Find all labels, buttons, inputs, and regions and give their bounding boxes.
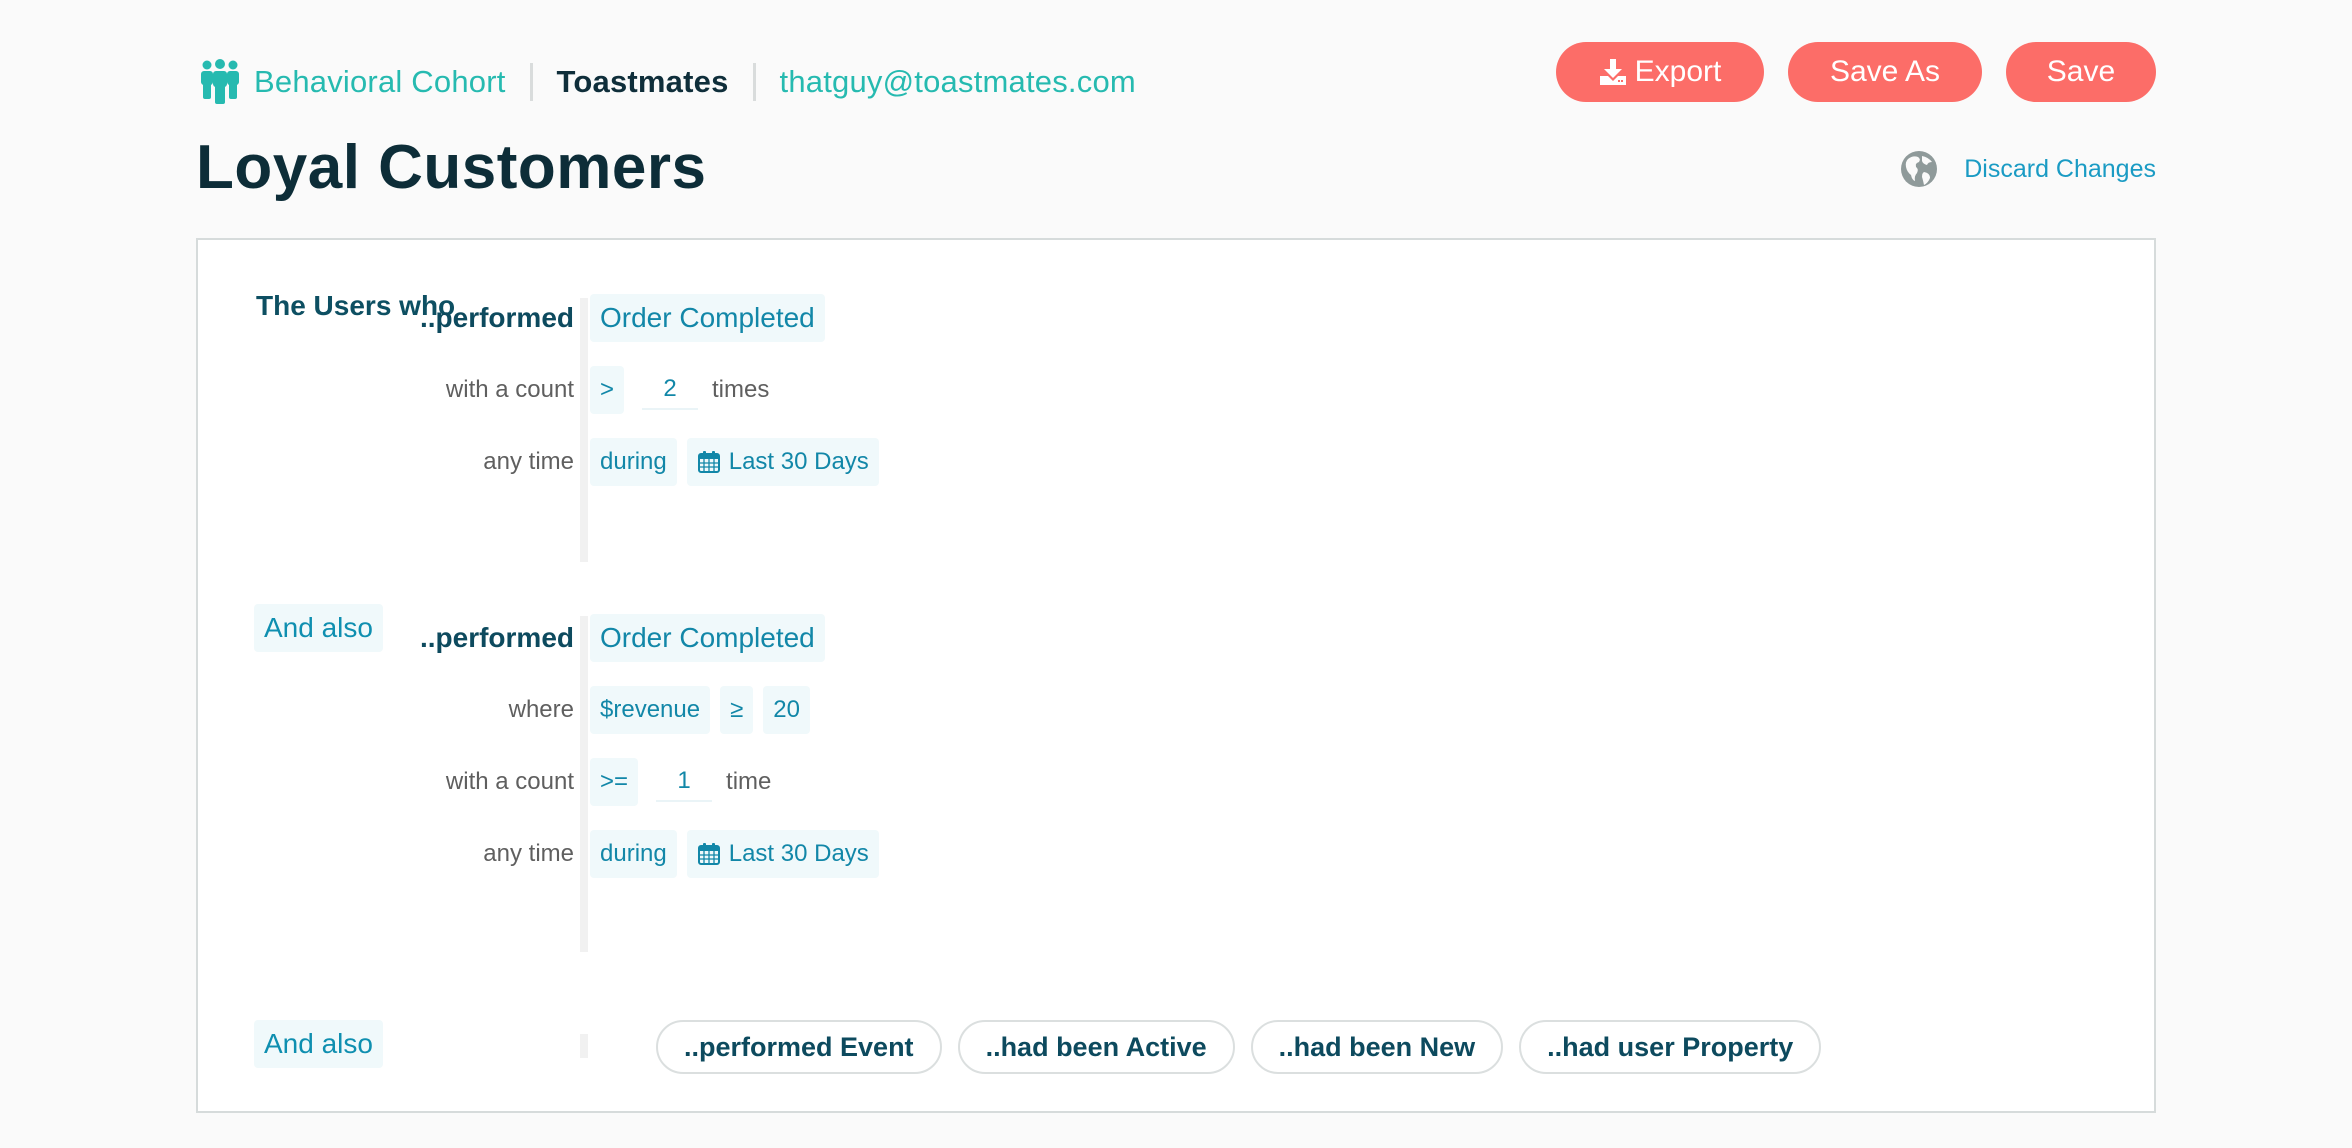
block2-date-range-picker[interactable]: Last 30 Days [686,830,879,878]
block1-event-row: ..performed Order Completed [198,294,835,342]
download-icon [1599,59,1626,85]
cohort-type-link[interactable]: Behavioral Cohort [254,64,506,100]
block1-count-unit: times [712,376,770,403]
block2-count-label: with a count [445,768,574,795]
page-title: Loyal Customers [196,133,707,202]
block2-property-value[interactable]: 20 [763,686,810,734]
block1-time-row: any time during Last 30 Days [198,438,889,486]
block1-time-label: any time [483,448,574,475]
block1-verb: ..performed [419,302,574,333]
block2-property-operator[interactable]: ≥ [720,686,754,734]
action-buttons: Export Save As Save [1556,42,2156,102]
people-group-icon [201,59,239,104]
criteria-block-divider [580,1034,588,1058]
user-email-link[interactable]: thatguy@toastmates.com [780,64,1136,100]
block1-count-input[interactable] [642,370,699,410]
organization-name: Toastmates [556,64,729,99]
block2-property-selector[interactable]: $revenue [590,686,711,734]
cohort-definition-panel: The Users who ..performed Order Complete… [196,238,2156,1113]
block2-time-operator[interactable]: during [590,830,677,878]
block2-event-row: ..performed Order Completed [198,614,835,662]
add-performed-event-button[interactable]: ..performed Event [656,1020,942,1074]
block2-time-label: any time [483,840,574,867]
save-as-button[interactable]: Save As [1788,42,1982,102]
block2-count-input[interactable] [656,762,713,802]
block2-verb: ..performed [419,622,574,653]
export-button[interactable]: Export [1556,42,1764,102]
discard-changes-link[interactable]: Discard Changes [1964,155,2156,184]
block2-count-operator[interactable]: >= [590,758,639,806]
block1-count-label: with a count [445,376,574,403]
discard-area: Discard Changes [1900,150,2156,188]
block2-date-range: Last 30 Days [728,840,869,867]
block2-time-row: any time during Last 30 Days [198,830,889,878]
block2-where-row: where $revenue ≥ 20 [198,686,820,734]
block2-count-row: with a count >= time [198,758,771,806]
globe-icon[interactable] [1900,150,1938,188]
and-also-operator[interactable]: And also [254,1020,383,1068]
block1-event-selector[interactable]: Order Completed [590,294,825,342]
add-criteria-options: ..performed Event ..had been Active ..ha… [656,1020,1822,1074]
block1-date-range-picker[interactable]: Last 30 Days [686,438,879,486]
calendar-icon [697,451,720,473]
block1-date-range: Last 30 Days [728,448,869,475]
block2-event-selector[interactable]: Order Completed [590,614,825,662]
block2-count-unit: time [726,768,772,795]
add-had-been-active-button[interactable]: ..had been Active [957,1020,1235,1074]
separator [752,63,756,101]
save-button[interactable]: Save [2006,42,2156,102]
add-had-been-new-button[interactable]: ..had been New [1250,1020,1504,1074]
block2-where-label: where [508,696,574,723]
export-label: Export [1634,55,1722,88]
block1-count-operator[interactable]: > [590,366,625,414]
header-breadcrumb: Behavioral Cohort Toastmates thatguy@toa… [200,54,1136,110]
separator [529,63,533,101]
calendar-icon [697,843,720,865]
add-had-user-property-button[interactable]: ..had user Property [1519,1020,1822,1074]
block1-count-row: with a count > times [198,366,769,414]
block1-time-operator[interactable]: during [590,438,677,486]
